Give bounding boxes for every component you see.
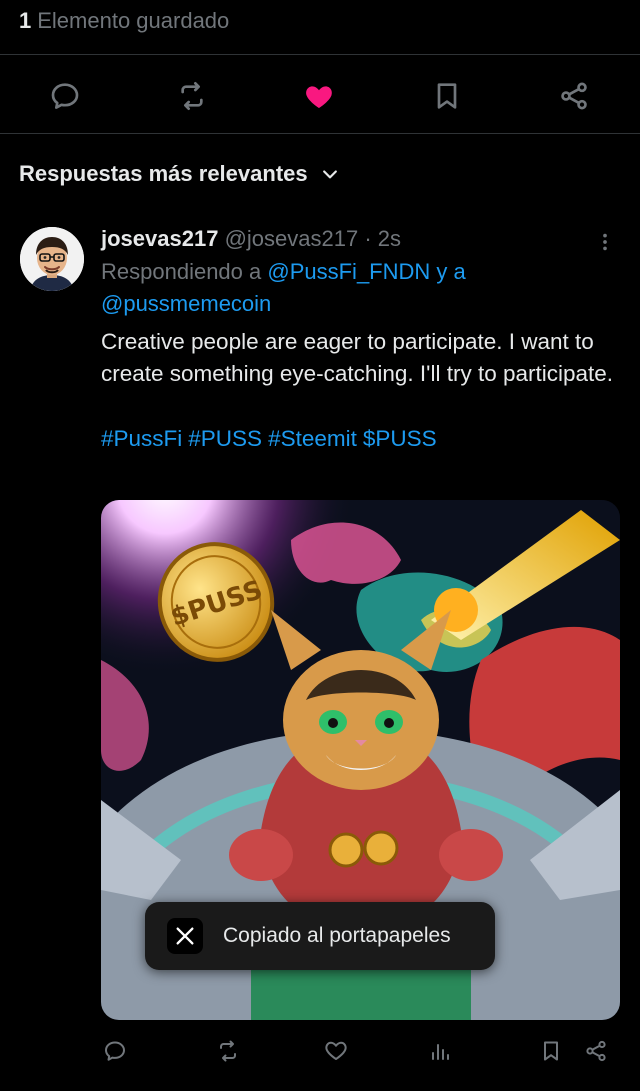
share-icon bbox=[561, 82, 587, 110]
share-icon bbox=[586, 1040, 606, 1062]
avatar[interactable] bbox=[20, 227, 84, 291]
more-options-button[interactable] bbox=[593, 230, 617, 254]
repost-button[interactable] bbox=[172, 76, 212, 116]
post-time[interactable]: 2s bbox=[378, 226, 401, 251]
cashtag-link[interactable]: $PUSS bbox=[363, 426, 437, 451]
more-vertical-icon bbox=[603, 233, 607, 251]
copied-toast: Copiado al portapapeles bbox=[145, 902, 495, 970]
post-header: josevas217 @josevas217 · 2s bbox=[101, 222, 623, 256]
views-button[interactable] bbox=[425, 1036, 455, 1066]
like-button[interactable] bbox=[321, 1036, 351, 1066]
saved-label: Elemento guardado bbox=[37, 8, 230, 33]
saved-count: 1 bbox=[19, 8, 32, 33]
reply-button[interactable] bbox=[100, 1036, 130, 1066]
bookmark-button[interactable] bbox=[536, 1036, 566, 1066]
share-button[interactable] bbox=[581, 1036, 611, 1066]
saved-items-indicator: 1 Elemento guardado bbox=[19, 6, 229, 36]
like-button[interactable] bbox=[299, 76, 339, 116]
avatar-image bbox=[20, 227, 84, 291]
sort-label: Respuestas más relevantes bbox=[19, 161, 308, 186]
hashtag-row: #PussFi #PUSS #Steemit $PUSS bbox=[101, 423, 623, 455]
post-action-bar bbox=[0, 56, 640, 134]
hashtag-link[interactable]: #Steemit bbox=[268, 426, 357, 451]
divider bbox=[0, 133, 640, 134]
repost-icon bbox=[181, 82, 203, 110]
hashtag-link[interactable]: #PussFi bbox=[101, 426, 182, 451]
bookmark-icon bbox=[544, 1041, 558, 1061]
x-logo-icon bbox=[167, 918, 203, 954]
repost-button[interactable] bbox=[213, 1036, 243, 1066]
chevron-down-icon bbox=[322, 170, 337, 179]
bookmark-button[interactable] bbox=[427, 76, 467, 116]
replying-conjunction: y a bbox=[436, 259, 466, 284]
mention-link[interactable]: @pussmemecoin bbox=[101, 291, 271, 316]
display-name[interactable]: josevas217 bbox=[101, 226, 218, 251]
toast-message: Copiado al portapapeles bbox=[223, 924, 451, 947]
heart-icon bbox=[325, 1041, 347, 1060]
bookmark-icon bbox=[437, 83, 457, 109]
replies-sort-selector[interactable]: Respuestas más relevantes bbox=[19, 158, 340, 190]
share-button[interactable] bbox=[554, 76, 594, 116]
heart-filled-icon bbox=[306, 86, 332, 108]
reply-icon bbox=[105, 1041, 125, 1061]
reply-action-bar bbox=[0, 1030, 640, 1070]
separator-dot: · bbox=[364, 226, 372, 251]
reply-button[interactable] bbox=[45, 76, 85, 116]
views-chart-icon bbox=[432, 1044, 449, 1060]
repost-icon bbox=[220, 1040, 236, 1062]
divider bbox=[0, 54, 640, 55]
hashtag-link[interactable]: #PUSS bbox=[188, 426, 262, 451]
post-text: Creative people are eager to participate… bbox=[101, 329, 614, 386]
reply-icon bbox=[51, 83, 79, 109]
user-handle[interactable]: @josevas217 bbox=[225, 226, 359, 251]
reply-post: josevas217 @josevas217 · 2s Respondiendo… bbox=[101, 222, 623, 455]
replying-to: Respondiendo a @PussFi_FNDN y a @pussmem… bbox=[101, 256, 623, 320]
mention-link[interactable]: @PussFi_FNDN bbox=[267, 259, 430, 284]
replying-prefix: Respondiendo a bbox=[101, 259, 262, 284]
